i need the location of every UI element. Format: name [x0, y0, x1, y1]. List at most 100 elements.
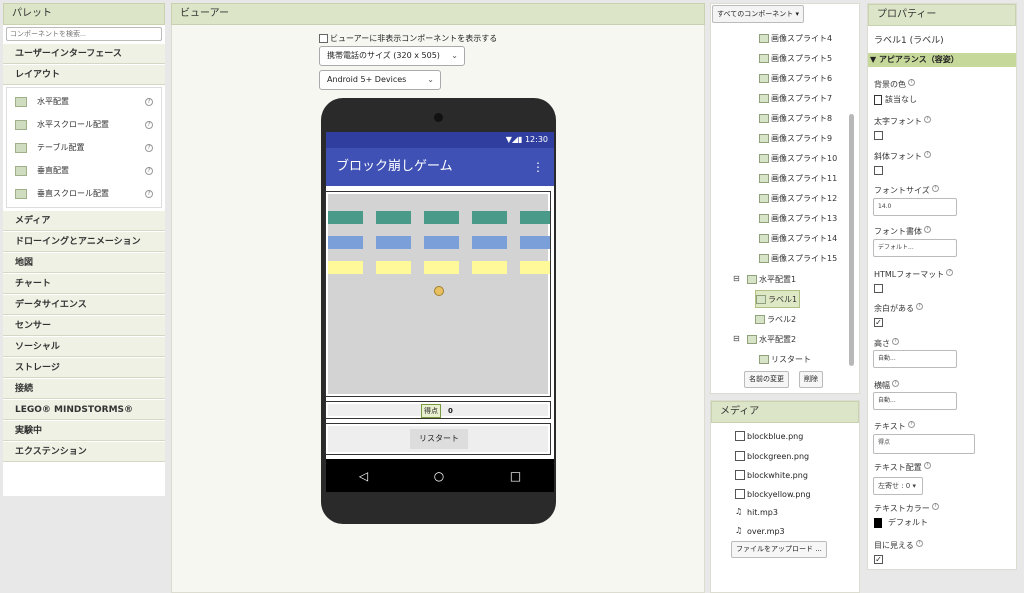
bold-checkbox[interactable]: [874, 131, 883, 140]
help-icon[interactable]: ?: [946, 269, 954, 276]
back-icon[interactable]: ◁: [359, 469, 368, 483]
help-icon[interactable]: ?: [145, 166, 153, 175]
block-blue[interactable]: [376, 236, 411, 249]
recent-apps-icon[interactable]: □: [510, 469, 521, 483]
help-icon[interactable]: ?: [892, 380, 899, 387]
fontsize-input[interactable]: 14.0: [873, 198, 957, 216]
help-icon[interactable]: ?: [145, 189, 153, 198]
height-picker[interactable]: 自動...: [873, 350, 957, 368]
tree-item-sprite[interactable]: 画像スプライト11: [759, 169, 837, 187]
block-yellow[interactable]: [520, 261, 550, 274]
text-textarea[interactable]: 得点: [873, 434, 975, 454]
palette-category-sensors[interactable]: センサー: [3, 315, 165, 336]
help-icon[interactable]: ?: [145, 120, 153, 129]
palette-item-vertical-scroll[interactable]: 垂直スクロール配置?: [7, 182, 161, 205]
palette-category-connectivity[interactable]: 接続: [3, 378, 165, 399]
score-value[interactable]: 0: [448, 404, 453, 418]
palette-category-datascience[interactable]: データサイエンス: [3, 294, 165, 315]
help-icon[interactable]: ?: [907, 421, 915, 428]
help-icon[interactable]: ?: [924, 226, 931, 233]
visible-checkbox[interactable]: ✓: [874, 555, 883, 564]
palette-item-horizontal-scroll[interactable]: 水平スクロール配置?: [7, 113, 161, 136]
tree-item-sprite[interactable]: 画像スプライト4: [759, 29, 832, 47]
palette-category-charts[interactable]: チャート: [3, 273, 165, 294]
tree-item-label2[interactable]: ラベル2: [755, 310, 796, 328]
help-icon[interactable]: ?: [923, 462, 931, 469]
margin-checkbox[interactable]: ✓: [874, 318, 883, 327]
overflow-menu-icon[interactable]: ⋮: [532, 148, 544, 186]
tree-item-horizontal1[interactable]: 水平配置1: [747, 270, 796, 288]
tree-item-horizontal2[interactable]: 水平配置2: [747, 330, 796, 348]
block-green[interactable]: [472, 211, 507, 224]
score-label[interactable]: 得点: [421, 404, 441, 418]
restart-button[interactable]: リスタート: [410, 429, 468, 449]
width-picker[interactable]: 自動...: [873, 392, 957, 410]
tree-scrollbar[interactable]: [849, 114, 854, 366]
help-icon[interactable]: ?: [915, 540, 923, 547]
text-align-select[interactable]: 左寄せ : 0 ▾: [873, 477, 923, 495]
palette-category-drawing[interactable]: ドローイングとアニメーション: [3, 231, 165, 252]
palette-item-horizontal[interactable]: 水平配置?: [7, 90, 161, 113]
color-swatch[interactable]: [874, 94, 882, 105]
game-canvas[interactable]: [325, 191, 551, 397]
help-icon[interactable]: ?: [916, 303, 923, 310]
score-row[interactable]: 得点 0: [325, 401, 551, 419]
block-yellow[interactable]: [424, 261, 459, 274]
help-icon[interactable]: ?: [924, 116, 931, 123]
block-green[interactable]: [424, 211, 459, 224]
help-icon[interactable]: ?: [145, 143, 153, 152]
collapse-toggle-icon[interactable]: ⊟: [733, 274, 740, 283]
tree-item-sprite[interactable]: 画像スプライト12: [759, 189, 837, 207]
block-yellow[interactable]: [376, 261, 411, 274]
tree-item-sprite[interactable]: 画像スプライト6: [759, 69, 832, 87]
help-icon[interactable]: ?: [924, 151, 931, 158]
help-icon[interactable]: ?: [931, 185, 939, 192]
block-blue[interactable]: [424, 236, 459, 249]
show-hidden-checkbox[interactable]: ビューアーに非表示コンポーネントを表示する: [319, 33, 497, 44]
palette-category-storage[interactable]: ストレージ: [3, 357, 165, 378]
html-format-checkbox[interactable]: [874, 284, 883, 293]
media-file[interactable]: ♫ hit.mp3: [735, 507, 778, 517]
palette-category-experimental[interactable]: 実験中: [3, 420, 165, 441]
media-file[interactable]: blockyellow.png: [735, 489, 811, 499]
typeface-picker[interactable]: デフォルト...: [873, 239, 957, 257]
italic-checkbox[interactable]: [874, 166, 883, 175]
component-search-input[interactable]: [6, 27, 162, 41]
palette-category-extensions[interactable]: エクステンション: [3, 441, 165, 462]
tree-item-restart[interactable]: リスタート: [759, 350, 811, 368]
palette-category-maps[interactable]: 地図: [3, 252, 165, 273]
restart-row[interactable]: リスタート: [325, 423, 551, 455]
checkbox-box[interactable]: [319, 34, 328, 43]
android-version-select[interactable]: Android 5+ Devices ⌄: [319, 70, 441, 90]
palette-category-media[interactable]: メディア: [3, 210, 165, 231]
all-components-dropdown[interactable]: すべてのコンポーネント ▾: [712, 5, 804, 23]
home-icon[interactable]: ○: [434, 469, 444, 483]
tree-item-sprite[interactable]: 画像スプライト7: [759, 89, 832, 107]
palette-item-vertical[interactable]: 垂直配置?: [7, 159, 161, 182]
rename-button[interactable]: 名前の変更: [744, 371, 789, 388]
tree-item-label1-selected[interactable]: ラベル1: [755, 290, 801, 308]
block-blue[interactable]: [328, 236, 363, 249]
color-swatch[interactable]: [874, 517, 882, 528]
prop-textcolor-value[interactable]: デフォルト: [874, 517, 928, 528]
block-green[interactable]: [376, 211, 411, 224]
help-icon[interactable]: ?: [892, 338, 899, 345]
tree-item-sprite[interactable]: 画像スプライト5: [759, 49, 832, 67]
phone-size-select[interactable]: 携帯電話のサイズ (320 x 505) ⌄: [319, 46, 465, 66]
ball-sprite[interactable]: [434, 286, 444, 296]
media-file[interactable]: blockblue.png: [735, 431, 803, 441]
tree-item-sprite[interactable]: 画像スプライト10: [759, 149, 837, 167]
help-icon[interactable]: ?: [931, 503, 939, 510]
collapse-toggle-icon[interactable]: ⊟: [733, 334, 740, 343]
appearance-section-header[interactable]: ▼ アピアランス（容姿）: [868, 53, 1016, 67]
block-blue[interactable]: [472, 236, 507, 249]
tree-item-sprite[interactable]: 画像スプライト14: [759, 229, 837, 247]
tree-item-sprite[interactable]: 画像スプライト8: [759, 109, 832, 127]
upload-file-button[interactable]: ファイルをアップロード ...: [731, 541, 827, 558]
block-green[interactable]: [328, 211, 363, 224]
tree-item-sprite[interactable]: 画像スプライト9: [759, 129, 832, 147]
prop-bgcolor-value[interactable]: 該当なし: [874, 94, 917, 105]
help-icon[interactable]: ?: [145, 97, 153, 106]
help-icon[interactable]: ?: [908, 79, 915, 86]
block-yellow[interactable]: [328, 261, 363, 274]
